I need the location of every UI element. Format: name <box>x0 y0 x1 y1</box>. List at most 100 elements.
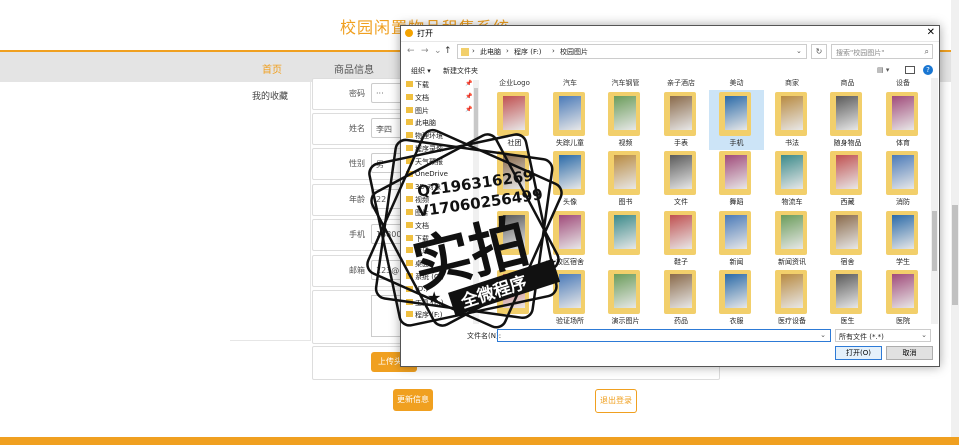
folder-item[interactable]: 手机 <box>709 90 764 150</box>
folder-item[interactable]: 文件 <box>654 149 709 209</box>
nav-pane-item[interactable]: 视频 <box>406 195 429 205</box>
back-icon[interactable]: ← <box>407 46 415 56</box>
breadcrumb-this-pc[interactable]: 此电脑 <box>480 47 501 57</box>
search-icon[interactable]: ⌕ <box>925 47 929 57</box>
folder-item[interactable] <box>487 268 542 324</box>
folder-item[interactable] <box>487 209 542 269</box>
folder-item[interactable]: 体育 <box>876 90 931 150</box>
folder-item[interactable]: 视频 <box>598 90 653 150</box>
nav-pane-item[interactable]: 文档 <box>406 93 429 103</box>
folder-preview-image <box>669 215 692 249</box>
folder-label[interactable]: 亲子酒店 <box>654 78 709 88</box>
dialog-titlebar[interactable]: 打开 ✕ <box>401 26 939 42</box>
update-info-button[interactable]: 更新信息 <box>393 389 433 411</box>
breadcrumb-drive[interactable]: 程序 (F:) <box>514 47 542 57</box>
folder-item[interactable]: 医疗设备 <box>765 268 820 324</box>
folder-label[interactable]: 商家 <box>765 78 820 88</box>
nav-pane-item[interactable]: 文档 <box>406 221 429 231</box>
folder-label: 演示图片 <box>611 317 640 324</box>
folder-item[interactable]: 头像 <box>543 149 598 209</box>
nav-pane-item[interactable]: 程序录像 <box>406 144 443 154</box>
folder-item[interactable]: 书法 <box>765 90 820 150</box>
organize-button[interactable]: 组织 ▾ <box>411 66 431 76</box>
folder-item[interactable]: 物流车 <box>765 149 820 209</box>
help-icon[interactable]: ? <box>923 65 933 75</box>
folder-item[interactable]: 演示图片 <box>598 268 653 324</box>
folder-item[interactable]: 社团 <box>487 90 542 150</box>
nav-scrollbar-thumb[interactable] <box>474 88 478 148</box>
chevron-down-icon[interactable]: ⌄ <box>820 331 826 339</box>
view-options-icon[interactable]: ▤ ▾ <box>877 66 889 74</box>
folder-label[interactable]: 汽车钢管 <box>598 78 653 88</box>
folder-item[interactable]: 消防 <box>876 149 931 209</box>
nav-pane-item[interactable]: 系统 (C:) <box>406 272 444 282</box>
logout-button[interactable]: 退出登录 <box>595 389 637 413</box>
folder-label[interactable]: 美动 <box>709 78 764 88</box>
cancel-button[interactable]: 取消 <box>886 346 933 360</box>
open-button[interactable]: 打开(O) <box>835 346 882 360</box>
folder-preview-image <box>891 155 914 189</box>
folder-item[interactable]: 失踪儿童 <box>543 90 598 150</box>
nav-pane-item[interactable]: 下载 <box>406 80 429 90</box>
folder-item[interactable]: 随身物品 <box>820 90 875 150</box>
folder-label[interactable]: 设备 <box>876 78 931 88</box>
filetype-select[interactable]: ⌄ 所有文件 (*.*) <box>835 329 931 342</box>
nav-pane-item[interactable]: OneDrive <box>406 170 448 178</box>
nav-pane-item[interactable]: 下载 <box>406 234 429 244</box>
folder-label[interactable]: 商品 <box>820 78 875 88</box>
refresh-icon[interactable]: ↻ <box>811 44 827 59</box>
folder-label[interactable]: 企业Logo <box>487 78 542 88</box>
nav-home[interactable]: 首页 <box>262 61 282 76</box>
folder-item[interactable]: 手表 <box>654 90 709 150</box>
folder-item[interactable]: 验证场所 <box>543 268 598 324</box>
filename-input[interactable]: ⌄ <box>497 329 831 342</box>
folder-item[interactable] <box>598 209 653 269</box>
folder-item[interactable] <box>487 149 542 209</box>
nav-pane-item[interactable]: 天气预报 <box>406 157 443 167</box>
close-icon[interactable]: ✕ <box>927 27 935 38</box>
folder-item[interactable]: 医院 <box>876 268 931 324</box>
chevron-down-icon[interactable]: ⌄ <box>796 47 802 55</box>
nav-pane-item[interactable]: 图片 <box>406 208 429 218</box>
nav-pane-item[interactable]: 物理环境 <box>406 131 443 141</box>
recent-dropdown-icon[interactable]: ⌄ <box>434 46 442 56</box>
preview-pane-icon[interactable] <box>905 66 915 74</box>
folder-preview-image <box>669 96 692 130</box>
files-scrollbar[interactable] <box>931 78 938 324</box>
folder-item[interactable]: 药品 <box>654 268 709 324</box>
folder-item[interactable]: 校区宿舍 <box>543 209 598 269</box>
folder-item[interactable]: 鞋子 <box>654 209 709 269</box>
breadcrumb-folder[interactable]: 校园图片 <box>560 47 588 57</box>
address-bar[interactable]: › 此电脑 › 程序 (F:) › 校园图片 ⌄ <box>457 44 807 59</box>
folder-item[interactable]: 学生 <box>876 209 931 269</box>
nav-pane-item[interactable]: 3D 对象 <box>405 182 441 192</box>
nav-pane-item[interactable]: 工具 (E:) <box>405 298 443 308</box>
footer-bar <box>0 437 959 445</box>
folder-label: 消防 <box>896 198 910 206</box>
page-scrollbar-thumb[interactable] <box>952 205 958 305</box>
folder-item[interactable]: 新闻资讯 <box>765 209 820 269</box>
folder-label: 校区宿舍 <box>556 258 584 266</box>
folder-item[interactable]: 衣服 <box>709 268 764 324</box>
folder-item[interactable]: 宿舍 <box>820 209 875 269</box>
folder-item[interactable]: 舞蹈 <box>709 149 764 209</box>
nav-pane-item[interactable]: 音乐 <box>406 246 429 256</box>
nav-products[interactable]: 商品信息 <box>334 61 374 76</box>
nav-pane-item[interactable]: 桌面 <box>406 259 429 269</box>
folder-item[interactable]: 新闻 <box>709 209 764 269</box>
nav-pane-item[interactable]: (D:) <box>405 285 428 293</box>
folder-item[interactable]: 医生 <box>820 268 875 324</box>
nav-pane-item[interactable]: 此电脑 <box>406 118 436 128</box>
up-icon[interactable]: ↑ <box>444 46 452 56</box>
folder-item[interactable]: 图书 <box>598 149 653 209</box>
search-input[interactable]: 搜索"校园图片" <box>831 44 933 59</box>
folder-item[interactable]: 西藏 <box>820 149 875 209</box>
files-scrollbar-thumb[interactable] <box>932 211 937 271</box>
folder-label[interactable]: 汽车 <box>543 78 598 88</box>
sidebar-item-favorites[interactable]: 我的收藏 <box>252 89 288 102</box>
nav-pane-item[interactable]: 程序 (F:) <box>406 310 443 320</box>
nav-pane-item[interactable]: 图片 <box>406 106 429 116</box>
forward-icon[interactable]: → <box>421 46 429 56</box>
new-folder-button[interactable]: 新建文件夹 <box>443 66 478 76</box>
folder-icon <box>461 48 469 56</box>
